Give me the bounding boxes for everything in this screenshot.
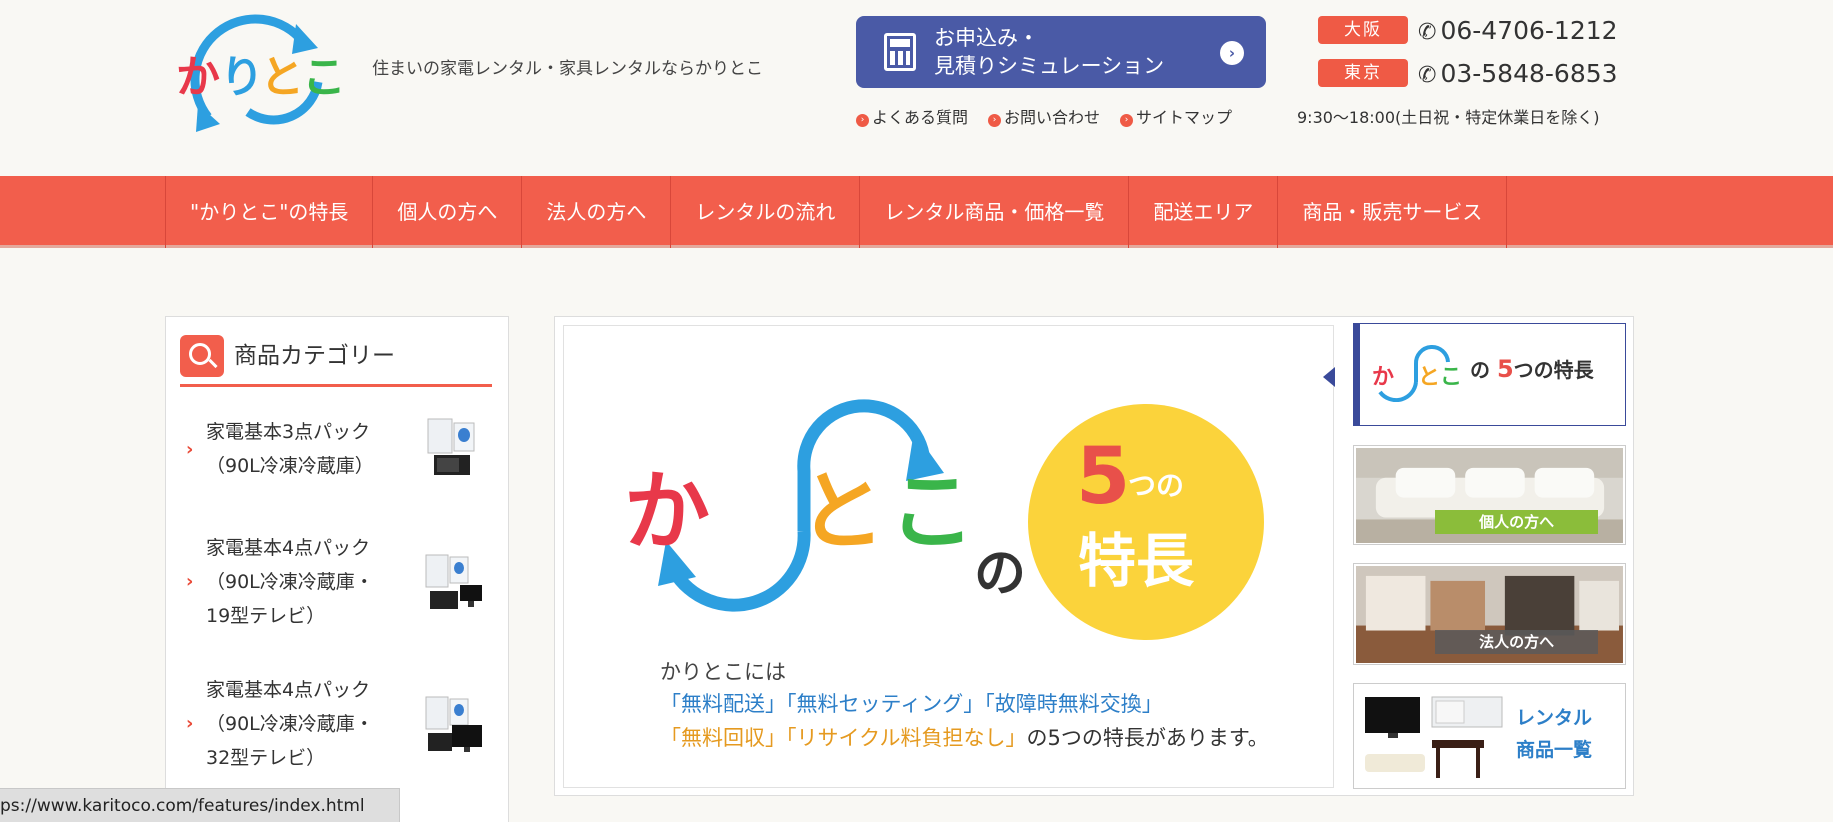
five-numeral: 5	[1076, 432, 1131, 522]
sidebar-title: 商品カテゴリー	[234, 343, 395, 369]
appliance-pack-image	[425, 696, 482, 752]
category-label-line: 19型テレビ）	[206, 605, 326, 627]
svg-text:り: り	[220, 52, 264, 103]
business-hours: 9:30〜18:00(土日祝・特定休業日を除く)	[1297, 108, 1600, 127]
tel-osaka: 大阪 ✆ 06-4706-1212	[1318, 15, 1618, 45]
feature-desc-line2: 「無料配送」「無料セッティング」「故障時無料交換」	[660, 692, 1163, 716]
header-sublinks: › よくある質問 › お問い合わせ › サイトマップ	[856, 104, 1252, 128]
rental-list-button[interactable]: レンタル 商品一覧	[1353, 683, 1626, 789]
cta-line2: 見積りシミュレーション	[934, 54, 1165, 78]
rental-list-line: レンタル	[1516, 707, 1593, 729]
nav-item-corporate[interactable]: 法人の方へ	[522, 176, 672, 248]
svg-text:か: か	[624, 462, 710, 562]
feature-desc-tail: の5つの特長があります。	[1026, 726, 1269, 750]
nav-item-features[interactable]: "かりとこ"の特長	[166, 176, 374, 248]
category-label-line: 32型テレビ）	[206, 747, 326, 769]
sidebar-header: 商品カテゴリー	[180, 335, 492, 387]
arrow-bullet-icon: ›	[1120, 114, 1134, 127]
five-features-button[interactable]: か と こ の 5つの特長	[1353, 323, 1626, 426]
svg-text:と: と	[1418, 365, 1440, 390]
city-badge: 大阪	[1318, 16, 1408, 44]
rental-list-label: レンタル 商品一覧	[1516, 702, 1592, 766]
chevron-right-icon: ›	[186, 571, 194, 592]
karitoco-logo[interactable]: か り と こ	[168, 12, 353, 137]
svg-text:か: か	[1372, 365, 1394, 390]
tsuno-text: つの	[1128, 469, 1185, 502]
karitoco-logo: か と こ	[624, 399, 975, 612]
tel-number[interactable]: 03-5848-6853	[1440, 59, 1617, 88]
feature-section: か と こ の 5 つの 特長 かりとこには 「無料配送」「無料セッティング」「…	[554, 316, 1634, 796]
nav-item-sales-service[interactable]: 商品・販売サービス	[1278, 176, 1508, 248]
site-header: か り と こ 住まいの家電レンタル・家具レンタルならかりとこ お申込み・ 見積…	[0, 0, 1833, 176]
arrow-bullet-icon: ›	[988, 114, 1002, 127]
phone-icon: ✆	[1418, 19, 1437, 45]
category-label-line: 家電基本3点パック	[206, 421, 371, 443]
nav-item-personal[interactable]: 個人の方へ	[373, 176, 523, 248]
corporate-button[interactable]: 法人の方へ	[1353, 563, 1626, 665]
city-badge: 東京	[1318, 59, 1408, 87]
site-tagline: 住まいの家電レンタル・家具レンタルならかりとこ	[372, 59, 763, 79]
feature-desc-highlight: 「無料回収」「リサイクル料負担なし」	[660, 726, 1027, 750]
browser-status-url: ps://www.karitoco.com/features/index.htm…	[0, 788, 400, 822]
category-sidebar: 商品カテゴリー › 家電基本3点パック （90L冷凍冷蔵庫） › 家電基本4点パ…	[165, 316, 509, 822]
personal-label: 個人の方へ	[1435, 510, 1598, 534]
cta-line1: お申込み・	[934, 26, 1039, 50]
main-nav: "かりとこ"の特長 個人の方へ 法人の方へ レンタルの流れ レンタル商品・価格一…	[0, 176, 1833, 248]
tel-tokyo: 東京 ✆ 03-5848-6853	[1318, 58, 1618, 88]
tel-number[interactable]: 06-4706-1212	[1440, 16, 1617, 45]
category-label-line: （90L冷凍冷蔵庫・	[206, 571, 374, 593]
furniture-photo	[1365, 696, 1503, 778]
rental-list-line: 商品一覧	[1516, 739, 1593, 761]
svg-text:と: と	[260, 52, 304, 103]
tokucho-text: 特長	[1078, 527, 1195, 595]
svg-text:か: か	[176, 52, 220, 103]
category-label-line: （90L冷凍冷蔵庫・	[206, 713, 374, 735]
category-label-line: 家電基本4点パック	[206, 537, 371, 559]
category-label-line: 家電基本4点パック	[206, 679, 371, 701]
karitoco-logo: か と こ	[1372, 345, 1462, 402]
svg-text:こ: こ	[889, 462, 975, 562]
active-pointer	[1323, 367, 1335, 387]
feature-desc-line1: かりとこには	[660, 660, 786, 684]
calculator-icon	[884, 33, 916, 71]
sitemap-link[interactable]: › サイトマップ	[1120, 104, 1232, 128]
nav-item-delivery-area[interactable]: 配送エリア	[1129, 176, 1279, 248]
feature-banner: か と こ の 5 つの 特長 かりとこには 「無料配送」「無料セッティング」「…	[563, 325, 1334, 788]
nav-item-flow[interactable]: レンタルの流れ	[671, 176, 861, 248]
appliance-pack-image	[425, 554, 482, 609]
corporate-label: 法人の方へ	[1435, 630, 1598, 654]
arrow-bullet-icon: ›	[856, 114, 869, 127]
feature-no: の	[974, 544, 1027, 604]
search-icon	[180, 335, 224, 377]
chevron-right-icon: ›	[186, 713, 194, 734]
svg-text:こ: こ	[1440, 365, 1462, 390]
nav-item-price-list[interactable]: レンタル商品・価格一覧	[860, 176, 1130, 248]
estimate-simulation-button[interactable]: お申込み・ 見積りシミュレーション ›	[856, 16, 1266, 88]
svg-text:こ: こ	[302, 52, 346, 103]
category-label-line: （90L冷凍冷蔵庫）	[206, 455, 374, 477]
phone-icon: ✆	[1418, 62, 1437, 88]
feature-desc-line3: 「無料回収」「リサイクル料負担なし」の5つの特長があります。	[660, 722, 1269, 752]
svg-text:と: と	[799, 462, 885, 562]
faq-link[interactable]: › よくある質問	[856, 104, 968, 128]
chevron-right-icon: ›	[1220, 41, 1244, 65]
chevron-right-icon: ›	[186, 439, 194, 460]
appliance-pack-image	[427, 418, 475, 475]
personal-button[interactable]: 個人の方へ	[1353, 445, 1626, 545]
contact-link[interactable]: › お問い合わせ	[988, 104, 1100, 128]
five-features-circle: 5 つの 特長	[1028, 404, 1264, 640]
five-features-label: の 5つの特長	[1470, 355, 1594, 383]
